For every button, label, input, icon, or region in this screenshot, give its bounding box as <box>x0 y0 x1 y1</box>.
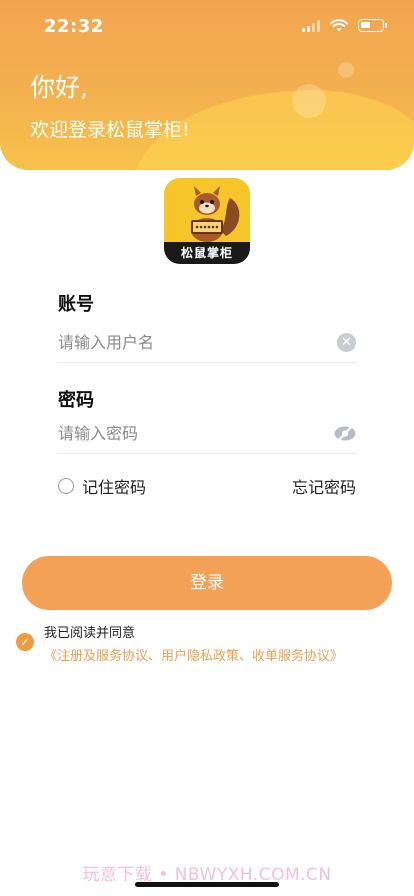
forgot-password-link[interactable]: 忘记密码 <box>292 474 356 498</box>
bubble-decoration <box>338 62 354 78</box>
check-icon[interactable]: ✓ <box>16 633 34 651</box>
header: 22:32 你好, 欢迎登录松鼠掌柜! <box>0 0 414 170</box>
eye-closed-icon[interactable] <box>334 426 356 441</box>
remember-radio[interactable] <box>58 478 74 494</box>
login-button[interactable]: 登录 <box>22 556 392 610</box>
status-time: 22:32 <box>44 16 104 37</box>
status-icons <box>302 19 387 32</box>
password-input[interactable] <box>58 414 318 452</box>
password-label: 密码 <box>58 390 94 411</box>
greeting-text: 你好, <box>30 73 88 102</box>
account-label: 账号 <box>58 294 94 315</box>
battery-icon <box>358 19 387 32</box>
logo-text: 松鼠掌柜 <box>164 242 250 264</box>
agreement-links[interactable]: 《注册及服务协议、用户隐私政策、收单服务协议》 <box>44 645 343 664</box>
app-logo: 松鼠掌柜 <box>164 178 250 264</box>
remember-label: 记住密码 <box>82 478 147 497</box>
status-bar: 22:32 <box>0 0 414 54</box>
wifi-icon <box>330 19 348 32</box>
remember-password-toggle[interactable]: 记住密码 <box>58 474 146 498</box>
welcome-text: 欢迎登录松鼠掌柜! <box>30 119 190 141</box>
bubble-decoration <box>292 84 326 118</box>
clear-icon[interactable]: ✕ <box>337 333 356 352</box>
account-input-row: ✕ <box>58 323 356 363</box>
agreement-text: 我已阅读并同意 <box>44 626 136 641</box>
home-indicator[interactable] <box>135 882 279 887</box>
password-input-row <box>58 414 356 454</box>
signal-icon <box>302 19 320 32</box>
username-input[interactable] <box>58 323 318 361</box>
